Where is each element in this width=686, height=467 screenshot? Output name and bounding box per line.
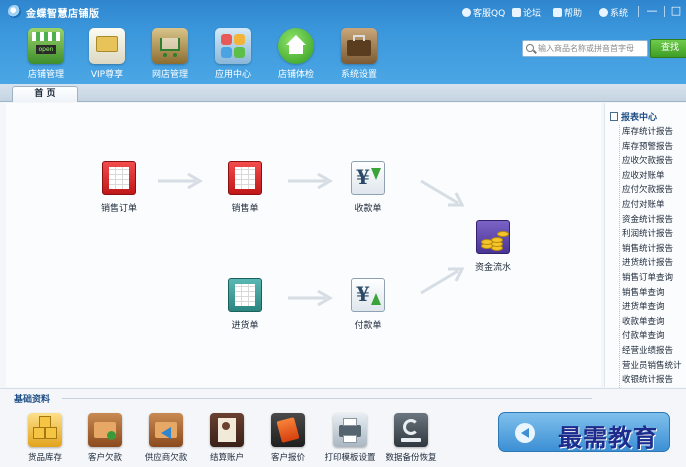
flow-arrow-icon: [420, 179, 465, 207]
home-check-icon: [278, 28, 314, 64]
vip-card-icon: [89, 28, 125, 64]
cash-flow-icon: [476, 220, 510, 254]
flow-arrow-icon: [288, 172, 333, 190]
payment-yen-icon: ¥: [351, 278, 385, 312]
app-header: 金蝶智慧店铺版 客服QQ 论坛 帮助 系统 — □ open 店铺管理 VIP尊…: [0, 0, 686, 84]
receipt-button[interactable]: ¥ 收款单: [336, 161, 400, 214]
sales-slip-button[interactable]: 销售单: [213, 161, 277, 214]
report-center-panel: 报表中心 库存统计报告 库存预警报告 应收欠款报告 应收对账单 应付欠款报告 应…: [604, 103, 686, 388]
tab-strip: 首 页: [0, 84, 686, 102]
search-box: [522, 40, 648, 57]
shopping-cart-icon: [152, 28, 188, 64]
flow-arrow-icon: [288, 289, 333, 307]
app-grid-icon: [215, 28, 251, 64]
report-link[interactable]: 应付对账单: [622, 198, 685, 213]
nav-app-center[interactable]: 应用中心: [203, 28, 263, 80]
tab-home[interactable]: 首 页: [12, 86, 78, 102]
nav-vip[interactable]: VIP尊享: [77, 28, 137, 80]
report-link[interactable]: 进货统计报告: [622, 256, 685, 271]
folder-arrow-icon: [149, 413, 183, 447]
titlebar-divider: [664, 6, 665, 17]
purchase-slip-icon: [228, 278, 262, 312]
search-icon: [526, 44, 534, 52]
report-link[interactable]: 收银统计报告: [622, 373, 685, 388]
report-link[interactable]: 库存统计报告: [622, 125, 685, 140]
titlebar-divider: [638, 6, 639, 17]
qq-support-link[interactable]: 客服QQ: [462, 6, 505, 19]
payment-button[interactable]: ¥ 付款单: [336, 278, 400, 331]
purchase-slip-button[interactable]: 进货单: [213, 278, 277, 331]
report-link[interactable]: 资金统计报告: [622, 213, 685, 228]
report-link[interactable]: 库存预警报告: [622, 140, 685, 155]
storefront-icon: open: [28, 28, 64, 64]
backup-drive-icon: [394, 413, 428, 447]
minimize-button[interactable]: —: [643, 3, 661, 19]
nav-eshop-management[interactable]: 网店管理: [140, 28, 200, 80]
app-title: 金蝶智慧店铺版: [26, 9, 100, 20]
help-link[interactable]: 帮助: [553, 6, 582, 19]
system-link[interactable]: 系统: [599, 6, 628, 19]
workflow-panel: 销售订单 销售单 ¥ 收款单 资金流水 进货单 ¥ 付款单: [6, 103, 601, 387]
report-link[interactable]: 应付欠款报告: [622, 183, 685, 198]
title-bar: 金蝶智慧店铺版 客服QQ 论坛 帮助 系统 — □: [0, 0, 686, 24]
boxes-icon: [28, 413, 62, 447]
gear-icon: [599, 8, 608, 17]
people-icon: [512, 8, 521, 17]
flow-arrow-icon: [420, 267, 465, 295]
report-link[interactable]: 付款单查询: [622, 329, 685, 344]
basic-data-title: 基础资料: [14, 395, 51, 405]
cash-flow-button[interactable]: 资金流水: [461, 220, 525, 273]
megaphone-icon: [515, 423, 535, 443]
nav-store-checkup[interactable]: 店铺体检: [266, 28, 326, 80]
receipt-yen-icon: ¥: [351, 161, 385, 195]
ledger-icon: [210, 413, 244, 447]
report-list: 库存统计报告 库存预警报告 应收欠款报告 应收对账单 应付欠款报告 应付对账单 …: [619, 125, 685, 388]
sales-slip-icon: [228, 161, 262, 195]
folder-person-icon: [88, 413, 122, 447]
customer-quote-button[interactable]: 客户报价: [258, 413, 318, 463]
data-backup-button[interactable]: 数据备份恢复: [381, 413, 441, 463]
forum-link[interactable]: 论坛: [512, 6, 541, 19]
settlement-accounts-button[interactable]: 结算账户: [197, 413, 257, 463]
price-tag-icon: [271, 413, 305, 447]
report-link[interactable]: 进货单查询: [622, 300, 685, 315]
flow-arrow-icon: [158, 172, 203, 190]
search-input[interactable]: [538, 42, 646, 55]
printer-icon: [333, 413, 367, 447]
goods-inventory-button[interactable]: 货品库存: [15, 413, 75, 463]
search-button[interactable]: 查找: [650, 39, 686, 58]
app-logo-icon: [8, 5, 21, 18]
report-link[interactable]: 营业员销售统计: [622, 359, 685, 374]
supplier-debt-button[interactable]: 供应商欠款: [136, 413, 196, 463]
report-link[interactable]: 应收欠款报告: [622, 154, 685, 169]
book-icon: [553, 8, 562, 17]
print-template-button[interactable]: 打印模板设置: [320, 413, 380, 463]
nav-store-management[interactable]: open 店铺管理: [16, 28, 76, 80]
section-divider: [62, 398, 592, 399]
sales-order-icon: [102, 161, 136, 195]
report-link[interactable]: 销售订单查询: [622, 271, 685, 286]
toolbox-icon: [341, 28, 377, 64]
report-link[interactable]: 利润统计报告: [622, 227, 685, 242]
nav-system-settings[interactable]: 系统设置: [329, 28, 389, 80]
watermark-text: 最需教育: [558, 423, 658, 452]
document-icon: [610, 112, 618, 121]
report-link[interactable]: 应收对账单: [622, 169, 685, 184]
report-center-title: 报表中心: [610, 110, 657, 123]
maximize-button[interactable]: □: [667, 3, 685, 19]
sales-order-button[interactable]: 销售订单: [87, 161, 151, 214]
report-link[interactable]: 经营业绩报告: [622, 344, 685, 359]
report-link[interactable]: 销售统计报告: [622, 242, 685, 257]
headset-icon: [462, 8, 471, 17]
report-link[interactable]: 销售单查询: [622, 286, 685, 301]
customer-debt-button[interactable]: 客户欠款: [75, 413, 135, 463]
report-link[interactable]: 收款单查询: [622, 315, 685, 330]
